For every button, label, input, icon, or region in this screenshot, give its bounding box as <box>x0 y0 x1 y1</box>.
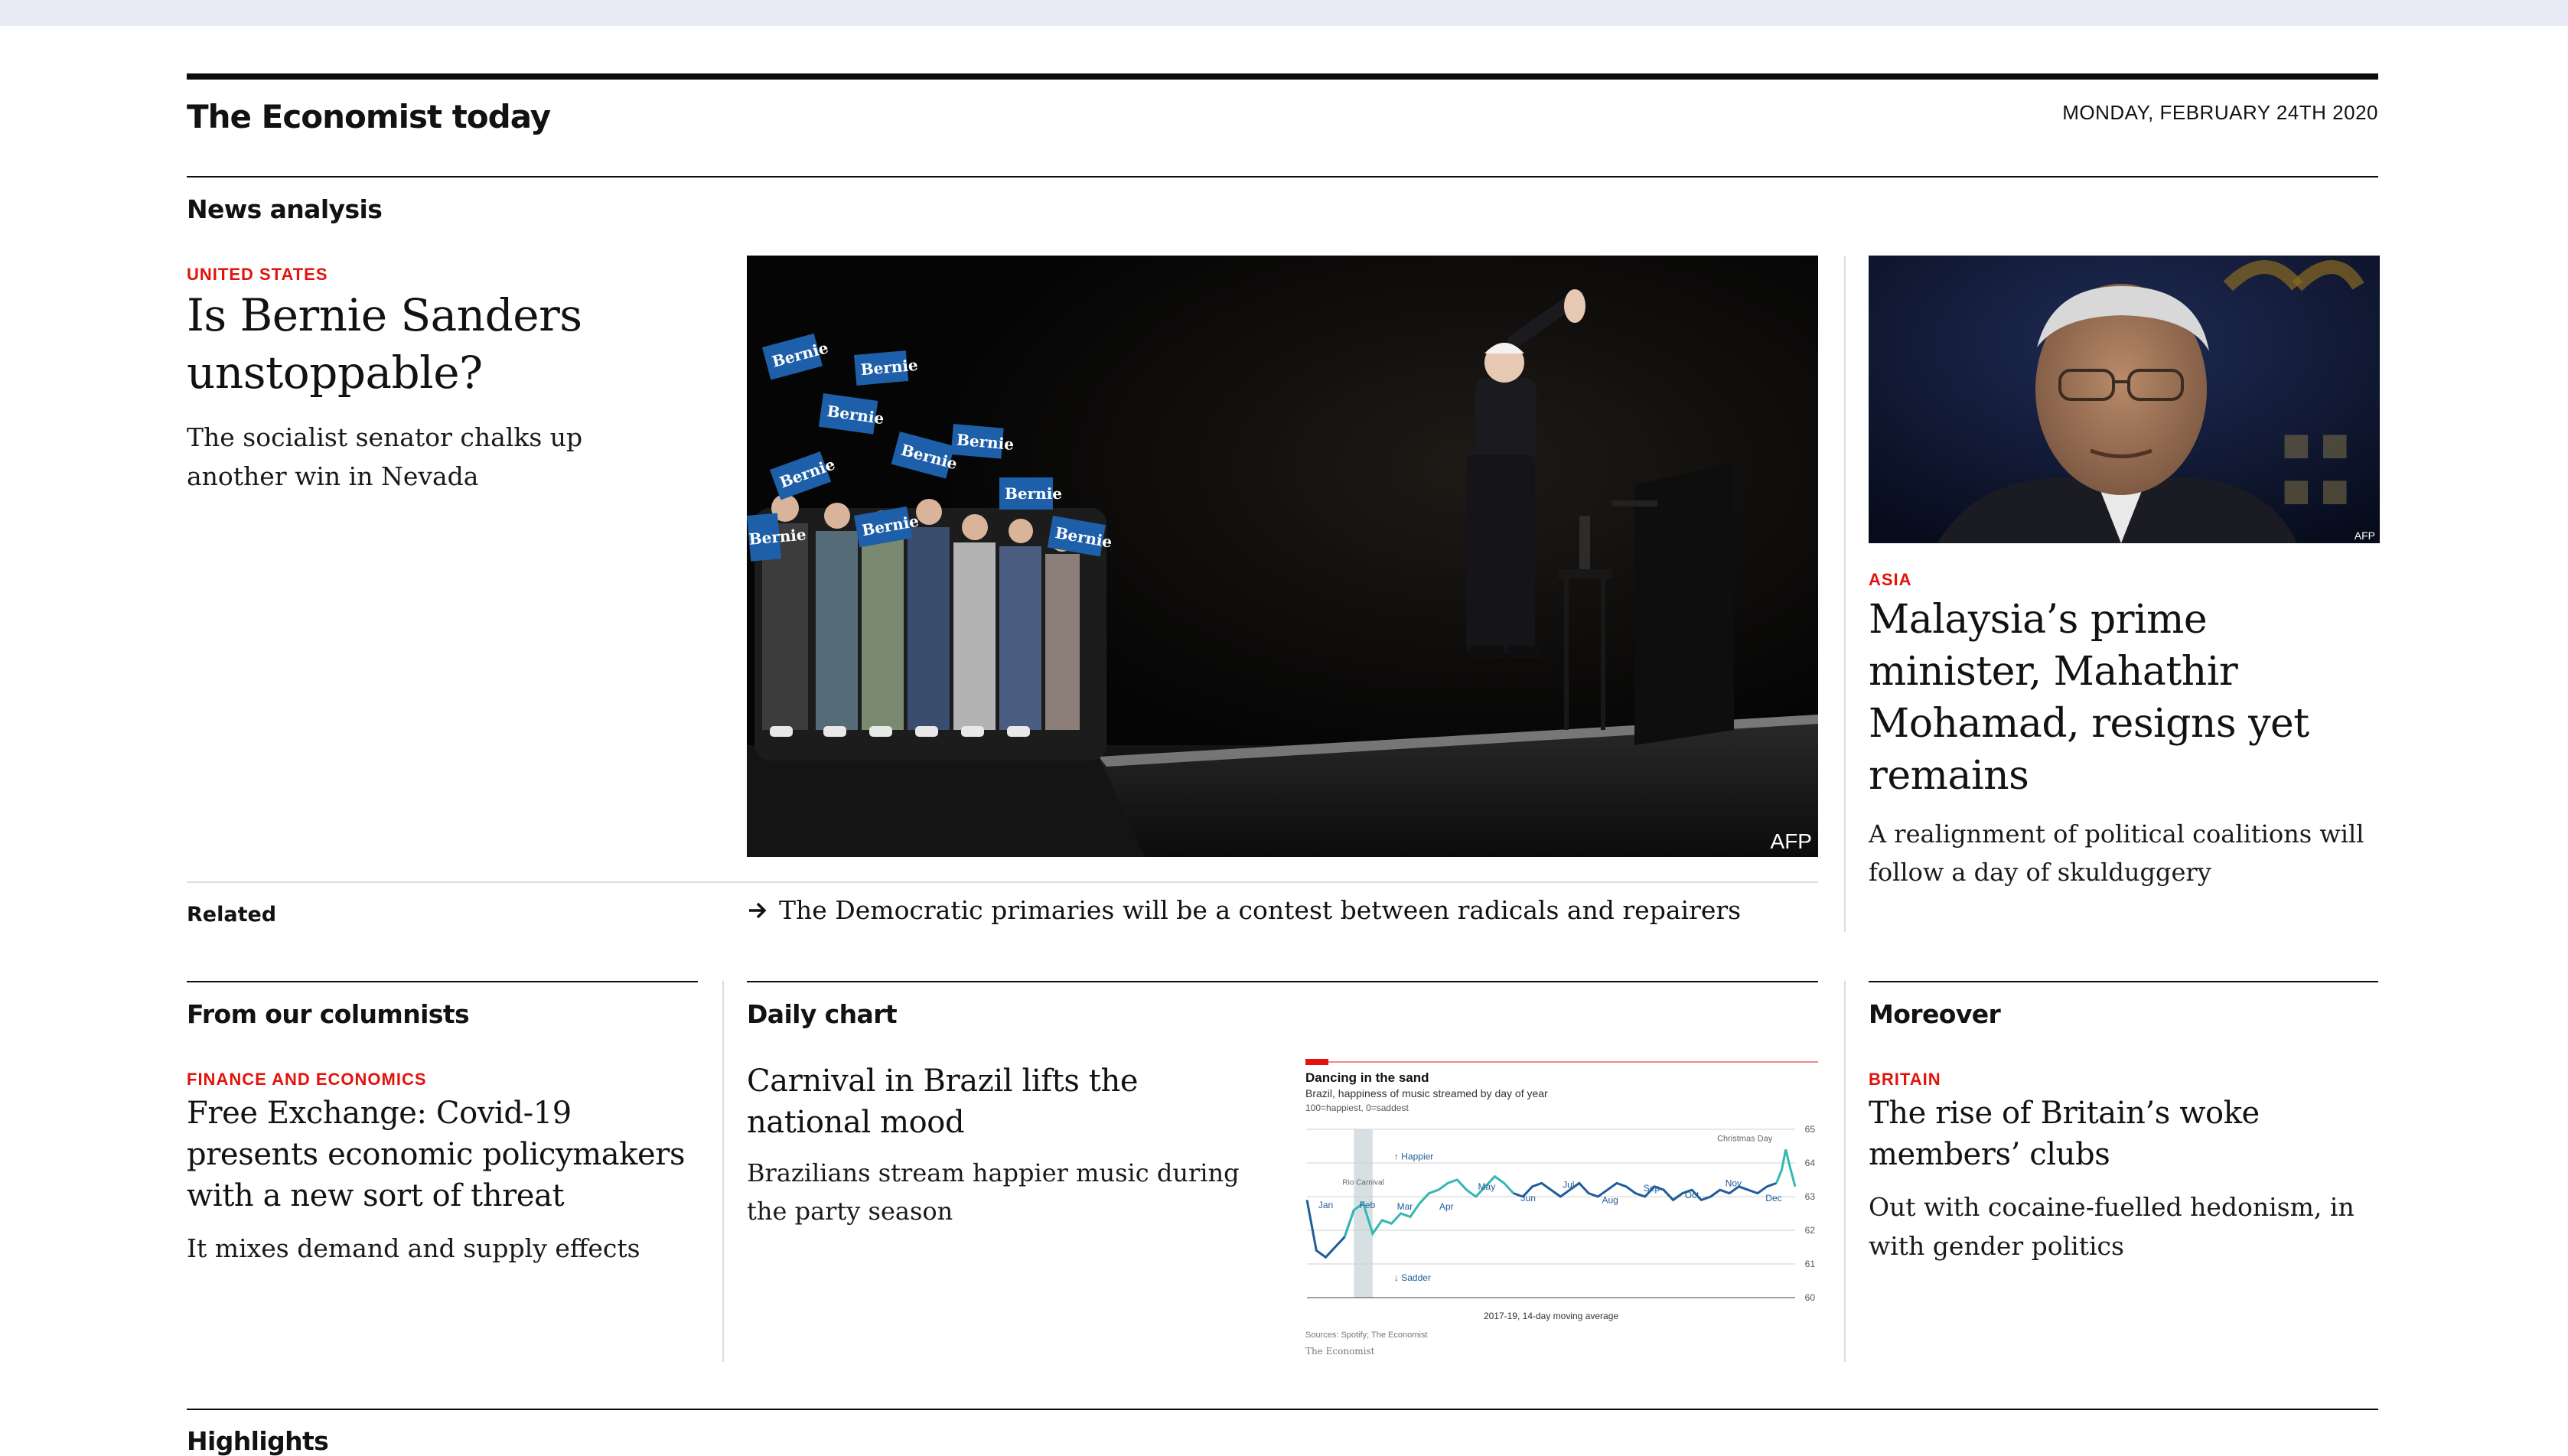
chart-red-tab <box>1305 1059 1328 1065</box>
column-divider <box>1844 256 1846 932</box>
month-label: Aug <box>1602 1194 1618 1205</box>
side-kicker[interactable]: ASIA <box>1869 570 1912 590</box>
related-divider <box>187 881 1818 883</box>
masthead-rule <box>187 73 2378 80</box>
issue-date: MONDAY, FEBRUARY 24TH 2020 <box>2062 101 2378 124</box>
month-label: Jan <box>1318 1200 1333 1210</box>
month-label: Dec <box>1765 1193 1781 1204</box>
carnival-band <box>1354 1129 1373 1298</box>
chart-subtitle-2: 100=happiest, 0=saddest <box>1305 1103 1409 1113</box>
side-story-image[interactable]: ■ ■ ■ ■ AFP <box>1869 256 2380 543</box>
y-tick-label: 61 <box>1805 1259 1816 1269</box>
chart-brand: The Economist <box>1305 1346 1375 1357</box>
columnists-description: It mixes demand and supply effects <box>187 1233 640 1263</box>
y-tick-label: 64 <box>1805 1158 1816 1168</box>
y-tick-label: 62 <box>1805 1225 1816 1236</box>
daily-chart-figure[interactable]: Dancing in the sand Brazil, happiness of … <box>1305 1059 1818 1362</box>
month-label: Apr <box>1439 1201 1454 1212</box>
chart-title: Dancing in the sand <box>1305 1070 1429 1085</box>
moreover-rule <box>1869 981 2378 982</box>
month-label: Mar <box>1397 1201 1413 1212</box>
highlights-rule <box>187 1409 2378 1410</box>
side-image-credit: AFP <box>2354 529 2375 542</box>
lead-image[interactable]: Bernie Bernie Bernie Bernie Bernie Berni… <box>747 256 1818 857</box>
section-title-moreover: Moreover <box>1869 999 2001 1029</box>
section-title-news-analysis: News analysis <box>187 194 383 224</box>
brand-title[interactable]: The Economist today <box>187 98 551 135</box>
daily-chart-rule <box>747 981 1818 982</box>
happier-annotation: ↑ Happier <box>1394 1151 1433 1162</box>
moreover-description: Out with cocaine-fuelled hedonism, in wi… <box>1869 1192 2355 1261</box>
daily-chart-description: Brazilians stream happier music during t… <box>747 1158 1240 1226</box>
svg-text:■ ■: ■ ■ <box>2282 473 2349 508</box>
christmas-annotation: Christmas Day <box>1717 1134 1773 1143</box>
column-divider <box>1844 981 1846 1362</box>
related-link-text: The Democratic primaries will be a conte… <box>779 895 1742 925</box>
month-label: May <box>1478 1181 1496 1192</box>
section-title-daily-chart: Daily chart <box>747 999 898 1029</box>
chart-legend: 2017-19, 14-day moving average <box>1484 1311 1618 1321</box>
moreover-kicker[interactable]: BRITAIN <box>1869 1070 1941 1090</box>
column-divider <box>722 981 724 1362</box>
y-tick-label: 63 <box>1805 1191 1816 1202</box>
arrow-right-icon <box>749 902 767 918</box>
rally-sign: Bernie <box>1005 484 1062 503</box>
svg-text:■ ■: ■ ■ <box>2282 427 2349 462</box>
columnists-rule <box>187 981 698 982</box>
columnists-headline[interactable]: Free Exchange: Covid-19 presents economi… <box>187 1093 707 1217</box>
lead-kicker[interactable]: UNITED STATES <box>187 265 328 285</box>
sadder-annotation: ↓ Sadder <box>1394 1272 1431 1283</box>
lead-description: The socialist senator chalks up another … <box>187 422 583 491</box>
browser-top-strip <box>0 0 2568 26</box>
side-headline[interactable]: Malaysia’s prime minister, Mahathir Moha… <box>1869 594 2358 802</box>
rally-illustration: Bernie Bernie Bernie Bernie Bernie Berni… <box>747 256 1818 857</box>
month-label: Jul <box>1563 1180 1574 1191</box>
month-label: Sep <box>1644 1183 1660 1194</box>
related-label: Related <box>187 903 277 927</box>
section-title-columnists: From our columnists <box>187 999 470 1029</box>
side-description: A realignment of political coalitions wi… <box>1869 819 2364 887</box>
columnists-kicker[interactable]: FINANCE AND ECONOMICS <box>187 1070 427 1090</box>
section-title-highlights: Highlights <box>187 1426 329 1456</box>
series-line <box>1775 1149 1797 1187</box>
chart-source: Sources: Spotify; The Economist <box>1305 1331 1427 1340</box>
month-label: Nov <box>1726 1178 1742 1188</box>
y-tick-label: 60 <box>1805 1292 1816 1303</box>
daily-chart-headline[interactable]: Carnival in Brazil lifts the national mo… <box>747 1060 1267 1143</box>
month-label: Jun <box>1521 1193 1536 1204</box>
lead-headline[interactable]: Is Bernie Sanders unstoppable? <box>187 287 676 402</box>
y-tick-label: 65 <box>1805 1124 1816 1135</box>
chart-subtitle: Brazil, happiness of music streamed by d… <box>1305 1087 1548 1099</box>
portrait-illustration: ■ ■ ■ ■ <box>1869 256 2380 543</box>
moreover-headline[interactable]: The rise of Britain’s woke members’ club… <box>1869 1093 2374 1175</box>
related-link[interactable]: The Democratic primaries will be a conte… <box>747 895 1741 925</box>
line-chart: Dancing in the sand Brazil, happiness of … <box>1305 1059 1818 1357</box>
month-label: Feb <box>1360 1200 1376 1210</box>
month-label: Oct <box>1685 1190 1700 1200</box>
header-divider <box>187 176 2378 178</box>
image-credit: AFP <box>1770 829 1812 853</box>
carnival-annotation: Rio Carnival <box>1342 1179 1383 1187</box>
